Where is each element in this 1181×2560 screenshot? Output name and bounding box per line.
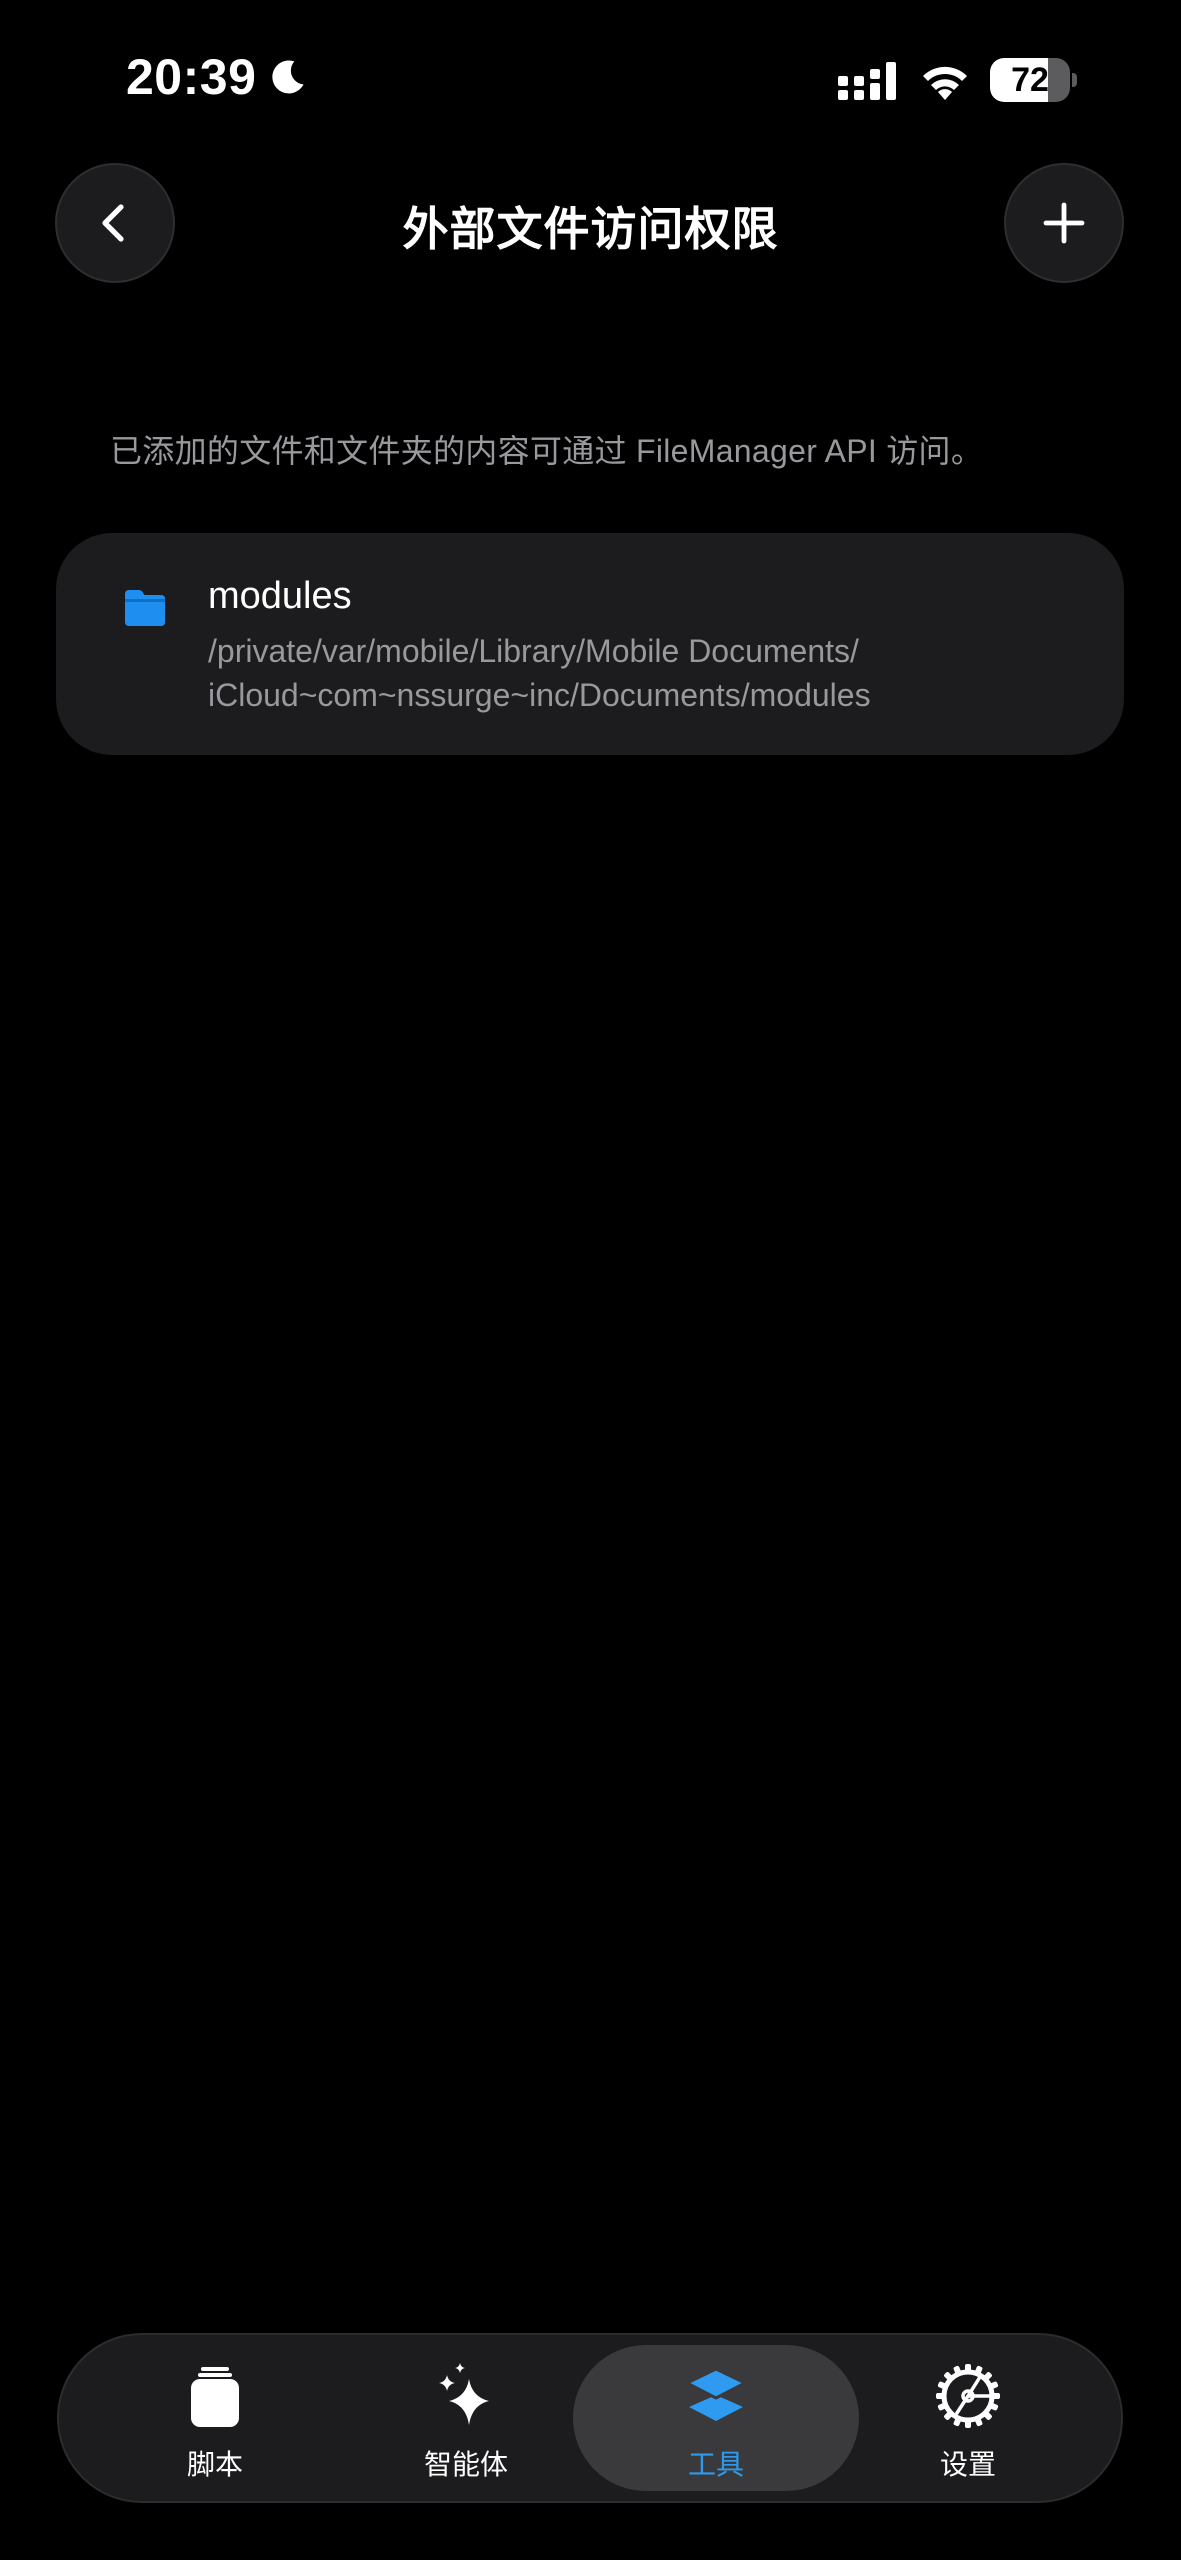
description-text: 已添加的文件和文件夹的内容可通过 FileManager API 访问。	[110, 433, 984, 469]
tab-label: 工具	[687, 2449, 744, 2480]
file-path-line1: /private/var/mobile/Library/Mobile Docum…	[208, 633, 859, 669]
tab-tools[interactable]: 工具	[591, 2335, 841, 2501]
status-time: 20:39	[126, 48, 310, 106]
add-button[interactable]	[1004, 163, 1124, 283]
tab-settings[interactable]: 设置	[843, 2335, 1093, 2501]
tab-agents[interactable]: 智能体	[341, 2335, 591, 2501]
moon-icon	[272, 60, 304, 94]
file-path: /private/var/mobile/Library/Mobile Docum…	[208, 629, 871, 717]
file-name: modules	[208, 575, 352, 617]
tab-label: 脚本	[186, 2449, 243, 2480]
file-item[interactable]: modules /private/var/mobile/Library/Mobi…	[56, 533, 1124, 755]
file-path-line2: iCloud~com~nssurge~inc/Documents/modules	[208, 677, 871, 713]
plus-icon	[1043, 202, 1085, 244]
jar-icon	[191, 2367, 239, 2427]
sparkles-icon	[439, 2363, 489, 2425]
tab-label: 智能体	[423, 2449, 508, 2480]
wifi-icon	[923, 66, 967, 100]
folder-icon	[125, 590, 165, 626]
status-time-text: 20:39	[126, 49, 257, 105]
signal-icon	[838, 62, 896, 100]
tab-label: 设置	[939, 2449, 996, 2480]
status-bar: 20:39 72	[0, 0, 1181, 160]
battery-icon: 72	[990, 58, 1077, 102]
battery-level: 72	[1011, 61, 1049, 99]
layers-icon	[685, 2367, 747, 2421]
gear-icon	[936, 2364, 1000, 2428]
tab-scripts[interactable]: 脚本	[90, 2335, 340, 2501]
tab-bar: 脚本 智能体 工具 设置	[57, 2333, 1123, 2503]
